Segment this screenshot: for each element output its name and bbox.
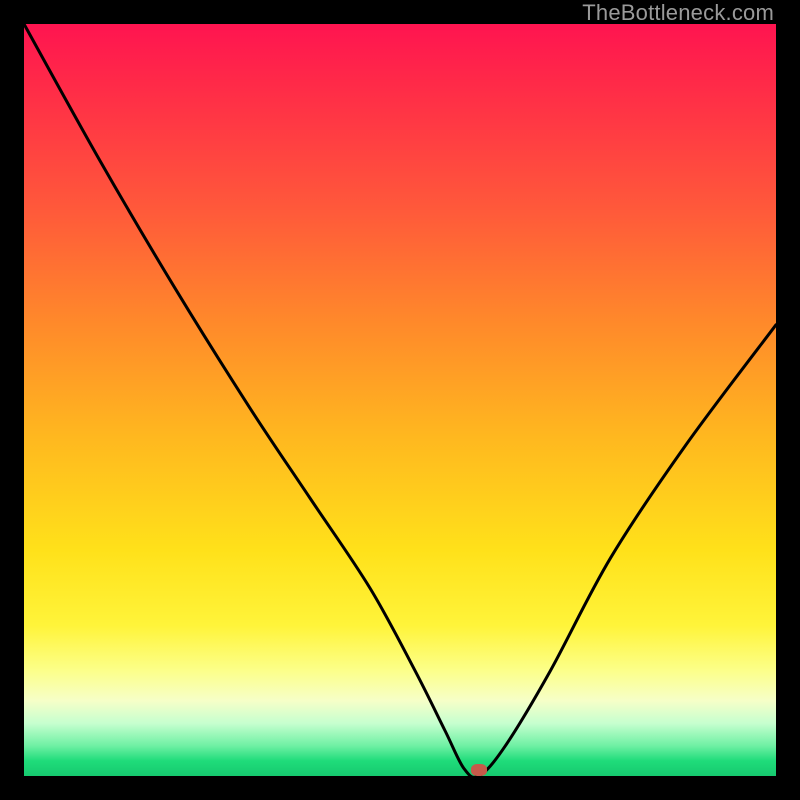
chart-frame: TheBottleneck.com bbox=[0, 0, 800, 800]
minimum-marker bbox=[471, 764, 487, 776]
watermark-label: TheBottleneck.com bbox=[582, 0, 774, 26]
plot-area bbox=[24, 24, 776, 776]
bottleneck-curve bbox=[24, 24, 776, 776]
